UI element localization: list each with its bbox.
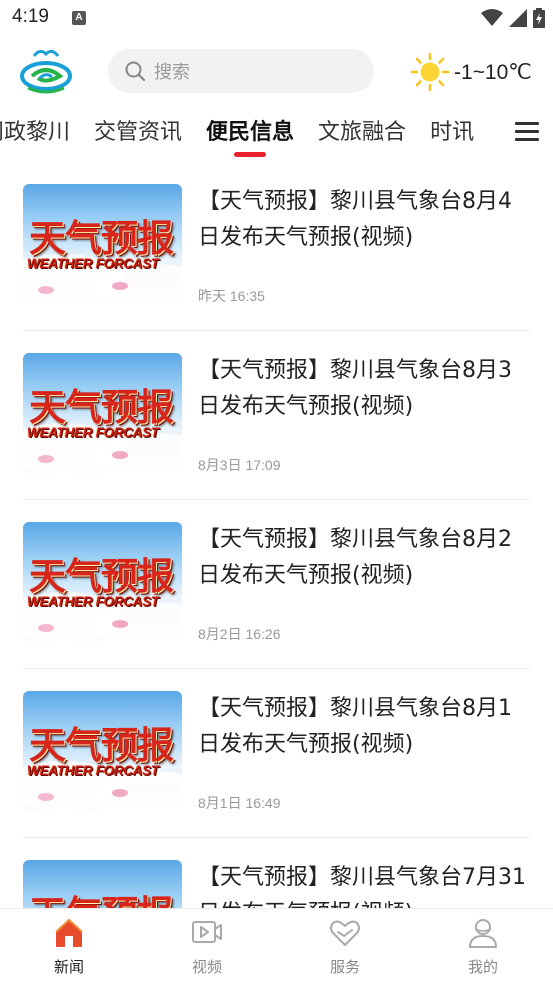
news-time: 8月3日 17:09 xyxy=(198,457,281,473)
app-header: 搜索 -1~10℃ xyxy=(0,38,553,106)
signal-icon xyxy=(509,9,527,27)
nav-service[interactable]: 服务 xyxy=(276,909,414,985)
user-icon xyxy=(469,919,497,948)
weather-widget[interactable]: -1~10℃ xyxy=(410,52,532,92)
tab-wenzheng-lichuan[interactable]: 问政黎川 xyxy=(0,114,70,146)
app-logo xyxy=(20,49,72,94)
thumbnail-title-cn: 天气预报 xyxy=(29,724,174,767)
nav-mine-label: 我的 xyxy=(467,958,498,976)
news-thumbnail: 天气预报WEATHER FORCAST xyxy=(23,860,182,908)
nav-news[interactable]: 新闻 xyxy=(0,909,138,985)
video-icon xyxy=(192,921,222,943)
news-title: 【天气预报】黎川县气象台8月4日发布天气预报(视频) xyxy=(198,189,512,250)
tabs-track: 问政黎川 交管资讯 便民信息 文旅融合 时讯 xyxy=(0,114,498,157)
news-thumbnail: 天气预报WEATHER FORCAST xyxy=(23,184,182,306)
home-icon xyxy=(55,918,83,947)
news-title: 【天气预报】黎川县气象台7月31日发布天气预报(视频) xyxy=(198,865,526,908)
thumbnail-title-en: WEATHER FORCAST xyxy=(27,594,159,609)
status-time: 4:19 xyxy=(12,6,49,27)
nav-service-label: 服务 xyxy=(329,958,360,976)
tab-wenlv-ronghe[interactable]: 文旅融合 xyxy=(318,114,406,146)
nav-news-label: 新闻 xyxy=(53,958,84,976)
news-title: 【天气预报】黎川县气象台8月1日发布天气预报(视频) xyxy=(198,696,512,757)
tab-jiaoguan-zixun[interactable]: 交管资讯 xyxy=(94,114,182,146)
news-thumbnail: 天气预报WEATHER FORCAST xyxy=(23,353,182,475)
active-tab-indicator xyxy=(234,152,267,157)
search-placeholder: 搜索 xyxy=(154,62,190,83)
search-bar[interactable]: 搜索 xyxy=(108,49,374,93)
news-item[interactable]: 天气预报 WEATHER FORCAST 【天气预报】黎川县气象台8月4日发布天气预… xyxy=(0,162,553,331)
thumbnail-title-en: WEATHER FORCAST xyxy=(27,763,159,778)
thumbnail-title-cn: 天气预报 xyxy=(29,555,174,598)
news-item[interactable]: 天气预报WEATHER FORCAST 【天气预报】黎川县气象台7月31日发布天气… xyxy=(0,838,553,908)
nav-video-label: 视频 xyxy=(191,958,222,976)
thumbnail-title-en: WEATHER FORCAST xyxy=(27,425,159,440)
notification-icon: A xyxy=(72,11,86,25)
thumbnail-title-cn: 天气预报 xyxy=(29,217,174,260)
thumbnail-title-cn: 天气预报 xyxy=(29,386,174,429)
news-thumbnail: 天气预报WEATHER FORCAST xyxy=(23,522,182,644)
news-time: 8月2日 16:26 xyxy=(198,626,281,642)
news-time: 8月1日 16:49 xyxy=(198,795,281,811)
nav-video[interactable]: 视频 xyxy=(138,909,276,985)
wifi-icon xyxy=(481,9,503,26)
news-title: 【天气预报】黎川县气象台8月2日发布天气预报(视频) xyxy=(198,527,512,588)
tab-shixun[interactable]: 时讯 xyxy=(430,114,474,146)
news-item[interactable]: 天气预报 WEATHER FORCAST 【天气预报】黎川县气象台8月2日发布天气预… xyxy=(0,500,553,669)
news-list: 天气预报 WEATHER FORCAST 【天气预报】黎川县气象台8月4日发布天气预… xyxy=(0,162,553,908)
bottom-navigation: 新闻 视频 服务 我的 xyxy=(0,908,553,985)
news-item[interactable]: 天气预报 WEATHER FORCAST 【天气预报】黎川县气象台8月3日发布天气预… xyxy=(0,331,553,500)
category-tabs: 问政黎川 交管资讯 便民信息 文旅融合 时讯 xyxy=(0,106,553,162)
tab-bianmin-xinxi-label: 便民信息 xyxy=(206,120,295,145)
status-bar: 4:19 A xyxy=(0,0,553,38)
search-icon xyxy=(125,61,146,82)
status-icons xyxy=(481,8,545,28)
news-title: 【天气预报】黎川县气象台8月3日发布天气预报(视频) xyxy=(198,358,512,419)
thumbnail-title-en: WEATHER FORCAST xyxy=(27,256,159,271)
news-thumbnail: 天气预报WEATHER FORCAST xyxy=(23,691,182,813)
heart-service-icon xyxy=(330,920,360,946)
weather-temperature: -1~10℃ xyxy=(454,60,532,84)
sun-icon xyxy=(410,52,450,92)
thumbnail-title-cn: 天气预报 xyxy=(29,884,174,908)
battery-icon xyxy=(533,8,545,28)
menu-icon[interactable] xyxy=(515,122,539,144)
tab-bianmin-xinxi[interactable]: 便民信息 xyxy=(206,114,295,157)
news-time: 昨天 16:35 xyxy=(198,288,265,304)
nav-mine[interactable]: 我的 xyxy=(414,909,552,985)
news-item[interactable]: 天气预报 WEATHER FORCAST 【天气预报】黎川县气象台8月1日发布天气预… xyxy=(0,669,553,838)
